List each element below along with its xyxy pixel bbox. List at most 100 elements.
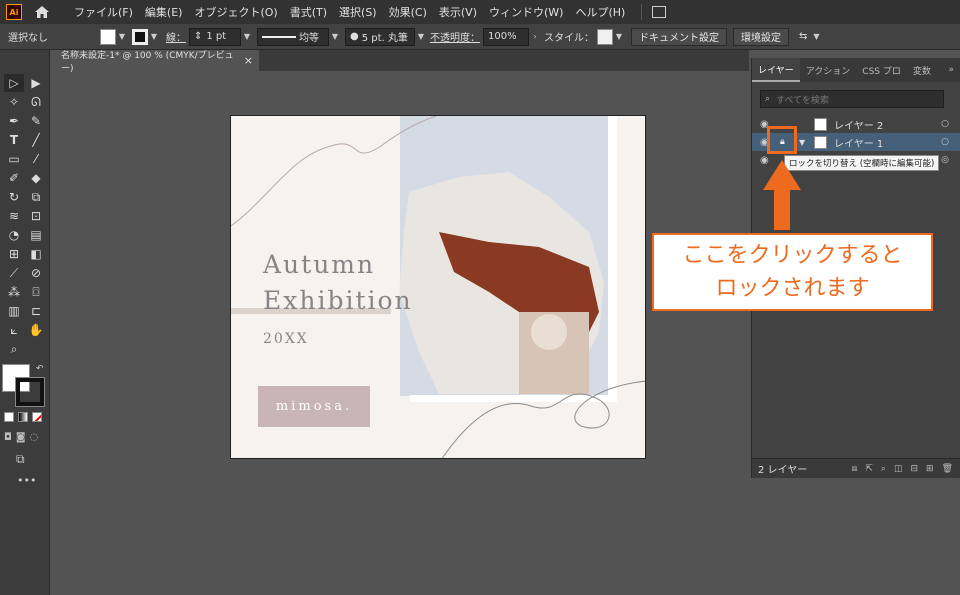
direct-selection-tool-icon[interactable]: ▶ xyxy=(26,74,46,92)
menu-help[interactable]: ヘルプ(H) xyxy=(569,4,631,20)
chevron-down-icon[interactable]: ▼ xyxy=(148,32,160,41)
opacity-label[interactable]: 不透明度： xyxy=(430,29,480,44)
trash-icon[interactable]: 🗑︎ xyxy=(942,464,953,474)
rotate-tool-icon[interactable]: ↻ xyxy=(4,188,24,206)
workspace-icon[interactable] xyxy=(652,6,667,18)
menu-select[interactable]: 選択(S) xyxy=(333,4,383,20)
stroke-weight-input[interactable]: ⇕ 1 pt xyxy=(189,27,241,46)
fill-swatch[interactable] xyxy=(100,28,116,45)
layer-thumbnail xyxy=(814,117,827,131)
layers-search-input[interactable]: ⌕ すべてを検索 xyxy=(760,90,944,108)
clipping-mask-icon[interactable]: ◫ xyxy=(894,464,903,474)
stepper-icon[interactable]: ⇕ xyxy=(194,31,202,42)
document-setup-button[interactable]: ドキュメント設定 xyxy=(631,27,727,46)
magic-wand-tool-icon[interactable]: ✧ xyxy=(4,93,24,111)
draw-inside-icon[interactable]: ◌ xyxy=(30,432,39,443)
new-layer-icon[interactable]: ⊞ xyxy=(926,464,934,474)
rectangle-tool-icon[interactable]: ▭ xyxy=(4,150,24,168)
menu-object[interactable]: オブジェクト(O) xyxy=(188,4,283,20)
brush-dot-icon: ● xyxy=(350,31,359,42)
shape-builder-tool-icon[interactable]: ◔ xyxy=(4,226,24,244)
menu-window[interactable]: ウィンドウ(W) xyxy=(483,4,569,20)
panel-overflow-icon[interactable]: » xyxy=(942,65,960,75)
menu-view[interactable]: 表示(V) xyxy=(433,4,483,20)
tab-variables[interactable]: 変数 xyxy=(907,64,937,77)
selection-tool-icon[interactable]: ▷ xyxy=(4,74,24,92)
artboard-tool-icon[interactable]: ⊏ xyxy=(26,302,46,320)
paintbrush-tool-icon[interactable]: ⁄ xyxy=(26,150,46,168)
menu-edit[interactable]: 編集(E) xyxy=(139,4,189,20)
blend-tool-icon[interactable]: ⊘ xyxy=(26,264,46,282)
target-circle-icon[interactable]: ○ xyxy=(941,119,949,129)
shaper-tool-icon[interactable]: ✐ xyxy=(4,169,24,187)
brush-select[interactable]: ● 5 pt. 丸筆 xyxy=(345,27,415,46)
opacity-input[interactable]: 100% xyxy=(483,27,529,46)
gradient-tool-icon[interactable]: ◧ xyxy=(26,245,46,263)
home-icon[interactable] xyxy=(34,5,50,19)
layer-name[interactable]: レイヤー 1 xyxy=(834,135,883,150)
perspective-grid-tool-icon[interactable]: ▤ xyxy=(26,226,46,244)
chevron-down-icon[interactable]: ▼ xyxy=(241,32,253,41)
stroke-label[interactable]: 線： xyxy=(166,29,186,44)
eyedropper-tool-icon[interactable]: ⟋ xyxy=(4,264,24,282)
document-title: 名称未設定-1* @ 100 % (CMYK/プレビュー) xyxy=(61,50,234,74)
stroke-swatch[interactable] xyxy=(132,28,148,45)
layer-name[interactable]: レイヤー 2 xyxy=(834,117,883,132)
warp-tool-icon[interactable]: ≋ xyxy=(4,207,24,225)
chevron-down-icon[interactable]: ▼ xyxy=(116,32,128,41)
graphic-style-swatch[interactable] xyxy=(597,28,613,45)
new-sublayer-icon[interactable]: ⊟ xyxy=(910,464,918,474)
pen-tool-icon[interactable]: ✒ xyxy=(4,112,24,130)
chevron-down-icon[interactable]: ▼ xyxy=(810,32,822,41)
stroke-swatch-large[interactable] xyxy=(15,377,45,407)
tab-css[interactable]: CSS プロ xyxy=(856,64,907,77)
swap-icon[interactable]: ↶ xyxy=(36,364,44,374)
chevron-down-icon[interactable]: ▼ xyxy=(613,32,625,41)
artboard[interactable]: Autumn Exhibition 20XX mimosa. xyxy=(230,115,646,459)
menu-effect[interactable]: 効果(C) xyxy=(383,4,433,20)
preferences-button[interactable]: 環境設定 xyxy=(733,27,789,46)
tool-grid: ▷ ▶ ✧ ᘏ ✒ ✎ T ╱ ▭ ⁄ ✐ ◆ ↻ ⧉ ≋ ⊡ ◔ ▤ ⊞ ◧ … xyxy=(4,74,46,358)
symbol-sprayer-tool-icon[interactable]: ⁂ xyxy=(4,283,24,301)
free-transform-tool-icon[interactable]: ⊡ xyxy=(26,207,46,225)
chevron-right-icon[interactable]: › xyxy=(529,32,541,41)
screen-mode-icon[interactable]: ⧉ xyxy=(16,452,25,467)
menu-type[interactable]: 書式(T) xyxy=(284,4,333,20)
draw-normal-icon[interactable]: ◘ xyxy=(4,432,12,443)
tab-actions[interactable]: アクション xyxy=(800,64,857,77)
line-tool-icon[interactable]: ╱ xyxy=(26,131,46,149)
stroke-profile-select[interactable]: 均等 xyxy=(257,27,329,46)
collect-export-icon[interactable]: ⧈ xyxy=(852,464,858,474)
fill-stroke-widget[interactable]: ↶ xyxy=(2,364,46,408)
type-tool-icon[interactable]: T xyxy=(4,131,24,149)
curvature-tool-icon[interactable]: ✎ xyxy=(26,112,46,130)
scale-tool-icon[interactable]: ⧉ xyxy=(26,188,46,206)
mesh-tool-icon[interactable]: ⊞ xyxy=(4,245,24,263)
gradient-mode-icon[interactable] xyxy=(18,412,28,422)
tools-panel: ▷ ▶ ✧ ᘏ ✒ ✎ T ╱ ▭ ⁄ ✐ ◆ ↻ ⧉ ≋ ⊡ ◔ ▤ ⊞ ◧ … xyxy=(0,50,50,595)
menu-file[interactable]: ファイル(F) xyxy=(68,4,139,20)
chevron-down-icon[interactable]: ▼ xyxy=(415,32,427,41)
slice-tool-icon[interactable]: ⟀ xyxy=(4,321,24,339)
hand-tool-icon[interactable]: ✋ xyxy=(26,321,46,339)
close-icon[interactable]: × xyxy=(244,54,253,67)
artboard-camera-icon[interactable]: ⌼ xyxy=(26,283,46,301)
year-text: 20XX xyxy=(263,331,309,347)
color-mode-icon[interactable] xyxy=(4,412,14,422)
target-circle-icon[interactable]: ◎ xyxy=(941,155,949,165)
tab-layers[interactable]: レイヤー xyxy=(752,58,800,82)
target-circle-icon[interactable]: ○ xyxy=(941,137,949,147)
more-tools-icon[interactable]: ••• xyxy=(17,474,36,487)
chevron-down-icon[interactable]: ▼ xyxy=(799,138,805,147)
chevron-down-icon[interactable]: ▼ xyxy=(329,32,341,41)
none-mode-icon[interactable] xyxy=(32,412,42,422)
draw-behind-icon[interactable]: ◙ xyxy=(16,432,26,443)
zoom-tool-icon[interactable]: ⌕ xyxy=(4,340,24,358)
lasso-tool-icon[interactable]: ᘏ xyxy=(26,93,46,111)
eraser-tool-icon[interactable]: ◆ xyxy=(26,169,46,187)
export-icon[interactable]: ⇱ xyxy=(865,464,873,474)
locate-object-icon[interactable]: ⌕ xyxy=(881,464,886,474)
document-tab[interactable]: 名称未設定-1* @ 100 % (CMYK/プレビュー) × xyxy=(51,50,259,74)
arrange-icon[interactable]: ⇆ xyxy=(799,31,807,42)
column-graph-tool-icon[interactable]: ▥ xyxy=(4,302,24,320)
